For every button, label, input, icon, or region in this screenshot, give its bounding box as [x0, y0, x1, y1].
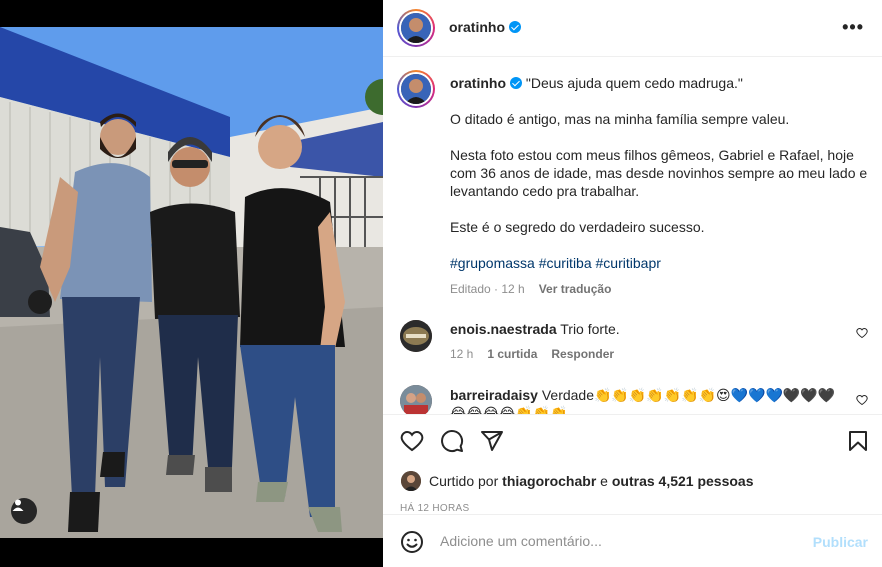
caption-avatar[interactable]	[401, 74, 431, 104]
comments-section[interactable]: oratinho "Deus ajuda quem cedo madruga."…	[383, 58, 882, 414]
caption-username[interactable]: oratinho	[450, 75, 506, 91]
post-actions: Curtido por thiagorochabr e outras 4,521…	[383, 414, 882, 514]
comment-text: Verdade👏👏👏👏👏👏👏😍💙💙💙🖤🖤🖤	[541, 387, 836, 403]
comment-time: 12 h	[450, 347, 474, 361]
publish-button[interactable]: Publicar	[813, 534, 868, 550]
liked-by-prefix: Curtido por	[429, 473, 499, 489]
caption-story-ring[interactable]	[397, 70, 435, 108]
caption-paragraph-3: Este é o segredo do verdadeiro sucesso.	[450, 219, 705, 235]
avatar-image	[401, 471, 421, 491]
post-caption: oratinho "Deus ajuda quem cedo madruga."…	[450, 74, 870, 298]
liked-by-user[interactable]: thiagorochabr	[502, 473, 596, 489]
more-options-icon[interactable]: •••	[842, 17, 864, 38]
comment-input[interactable]: Adicione um comentário...	[440, 533, 780, 549]
caption-hashtags[interactable]: #grupomassa #curitiba #curitibapr	[450, 254, 870, 272]
avatar-image	[401, 74, 431, 104]
comment-username[interactable]: barreiradaisy	[450, 387, 538, 403]
tagged-users-button[interactable]	[11, 498, 37, 524]
post-header: oratinho •••	[383, 0, 882, 57]
verified-badge-icon	[510, 77, 522, 89]
reply-button[interactable]: Responder	[551, 347, 614, 361]
caption-meta: Editado · 12 h Ver tradução	[450, 280, 870, 298]
commenter-avatar[interactable]	[400, 320, 432, 352]
share-icon[interactable]	[480, 429, 504, 453]
comment-text-continued: 😂😂😂😂👏👏👏	[450, 405, 568, 414]
post-photo[interactable]	[0, 27, 383, 538]
emoji-icon[interactable]	[400, 530, 424, 554]
comment-item: enois.naestrada Trio forte. 12 h 1 curtid…	[383, 314, 882, 374]
avatar-image	[400, 320, 432, 352]
comment-text: Trio forte.	[560, 321, 620, 337]
comment-username[interactable]: enois.naestrada	[450, 321, 557, 337]
header-username[interactable]: oratinho	[449, 19, 505, 35]
photo-illustration	[0, 27, 383, 538]
user-icon	[12, 499, 24, 511]
caption-quote: "Deus ajuda quem cedo madruga."	[525, 75, 743, 91]
caption-paragraph-1: O ditado é antigo, mas na minha família …	[450, 111, 790, 127]
commenter-avatar[interactable]	[400, 385, 432, 414]
story-ring[interactable]	[397, 9, 435, 47]
add-comment-bar: Adicione um comentário... Publicar	[383, 514, 882, 567]
post-details-panel: oratinho ••• oratinho "Deus ajuda quem c…	[383, 0, 882, 567]
caption-paragraph-2: Nesta foto estou com meus filhos gêmeos,…	[450, 147, 868, 199]
post-time[interactable]: HÁ 12 HORAS	[400, 503, 469, 514]
see-translation-link[interactable]: Ver tradução	[539, 282, 612, 296]
avatar-image	[400, 385, 432, 414]
comment-like-icon[interactable]	[856, 394, 868, 406]
verified-badge-icon	[509, 21, 521, 33]
save-bookmark-icon[interactable]	[846, 429, 870, 453]
liked-by-text: Curtido por thiagorochabr e outras 4,521…	[429, 473, 754, 489]
liked-by-others[interactable]: outras 4,521 pessoas	[612, 473, 754, 489]
liker-avatar[interactable]	[401, 471, 421, 491]
comment-likes[interactable]: 1 curtida	[487, 347, 537, 361]
liked-by-mid: e	[600, 473, 608, 489]
avatar[interactable]	[401, 13, 431, 43]
comment-icon[interactable]	[440, 429, 464, 453]
post-modal: oratinho ••• oratinho "Deus ajuda quem c…	[0, 0, 882, 567]
like-icon[interactable]	[400, 429, 424, 453]
comment-item: barreiradaisy Verdade👏👏👏👏👏👏👏😍💙💙💙🖤🖤🖤 😂😂😂😂…	[383, 384, 882, 414]
edited-time: Editado · 12 h	[450, 282, 525, 296]
comment-like-icon[interactable]	[856, 327, 868, 339]
avatar-image	[401, 13, 431, 43]
